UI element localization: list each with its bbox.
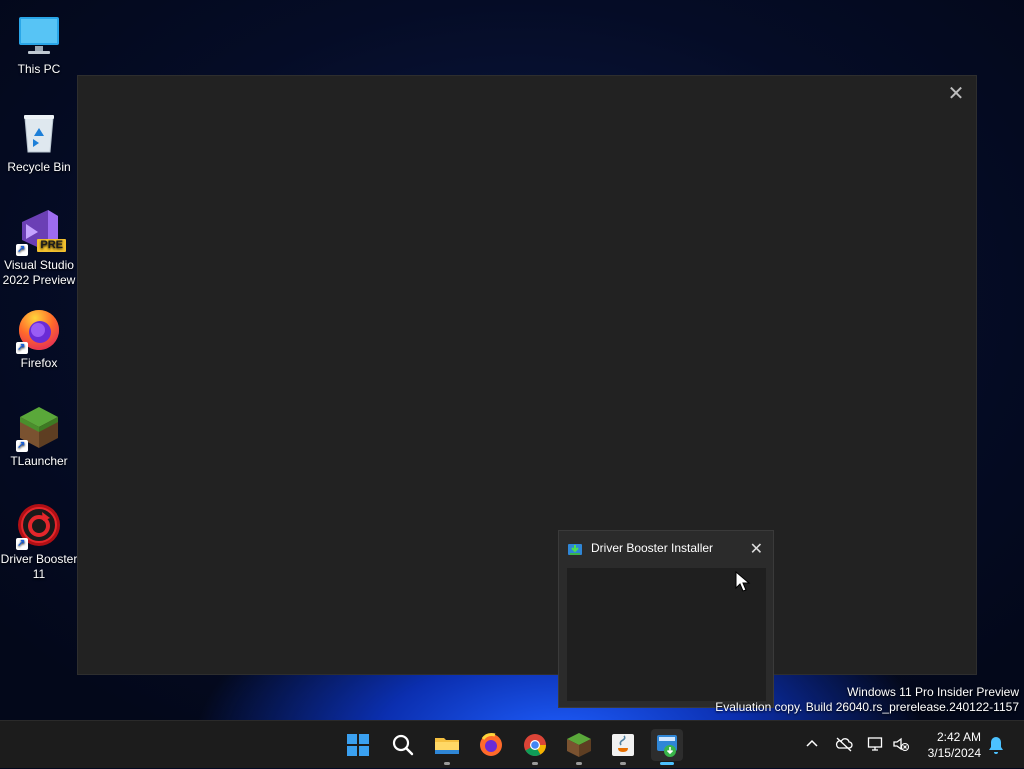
taskbar-java[interactable]	[607, 729, 639, 765]
desktop-icon-tlauncher[interactable]: TLauncher	[0, 396, 78, 469]
os-build-watermark: Windows 11 Pro Insider Preview Evaluatio…	[715, 685, 1019, 715]
shortcut-arrow-icon	[16, 438, 28, 453]
desktop-icon-label: Driver Booster 11	[0, 552, 78, 581]
running-indicator	[444, 762, 450, 765]
shortcut-arrow-icon	[16, 536, 28, 551]
driver-booster-icon	[16, 502, 62, 551]
close-icon[interactable]: ✕	[944, 82, 968, 106]
active-indicator	[660, 762, 674, 765]
desktop-icon-visual-studio[interactable]: PRE Visual Studio 2022 Preview	[0, 200, 78, 288]
desktop-icon-driver-booster[interactable]: Driver Booster 11	[0, 494, 78, 582]
start-icon	[347, 734, 369, 756]
tlauncher-icon	[16, 404, 62, 453]
start-button[interactable]	[342, 729, 374, 761]
preview-badge: PRE	[37, 239, 66, 252]
taskbar-file-explorer[interactable]	[431, 729, 463, 765]
driver-booster-setup-icon	[657, 735, 677, 757]
taskbar-clock[interactable]: 2:42 AM 3/15/2024	[928, 729, 981, 761]
firefox-icon	[16, 306, 62, 355]
desktop-icon-label: Recycle Bin	[7, 160, 71, 174]
dialog-titlebar[interactable]: Driver Booster Installer ✕	[559, 531, 773, 566]
driver-booster-installer-dialog[interactable]: Driver Booster Installer ✕	[558, 530, 774, 708]
shortcut-arrow-icon	[16, 340, 28, 355]
taskbar-tlauncher[interactable]	[563, 729, 595, 765]
visual-studio-icon: PRE	[16, 208, 66, 257]
mouse-cursor-icon	[735, 571, 751, 592]
installer-app-icon	[568, 544, 582, 555]
recycle-bin-icon	[16, 110, 62, 156]
desktop-icon-label: Firefox	[20, 356, 58, 370]
clock-date: 3/15/2024	[927, 746, 981, 760]
desktop-icon-label: Visual Studio 2022 Preview	[2, 258, 76, 287]
tlauncher-icon	[567, 733, 591, 757]
taskbar-driver-booster-setup[interactable]	[651, 729, 683, 765]
desktop-icon-label: TLauncher	[10, 454, 68, 468]
running-indicator	[576, 762, 582, 765]
taskbar-chrome[interactable]	[519, 729, 551, 765]
chevron-up-icon[interactable]	[805, 737, 819, 751]
taskbar: 2:42 AM 3/15/2024	[0, 720, 1024, 768]
dialog-title: Driver Booster Installer	[591, 541, 714, 555]
watermark-line-1: Windows 11 Pro Insider Preview	[847, 685, 1019, 699]
desktop-icon-label: This PC	[17, 62, 61, 76]
java-icon	[612, 734, 634, 756]
notification-bell-icon[interactable]	[987, 735, 1005, 755]
chrome-icon	[524, 734, 546, 756]
blank-app-window[interactable]: ✕	[77, 75, 977, 675]
monitor-icon	[16, 12, 62, 58]
onedrive-offline-icon[interactable]	[835, 736, 853, 752]
network-icon[interactable]	[867, 736, 885, 752]
search-button[interactable]	[387, 729, 419, 761]
volume-muted-icon[interactable]	[892, 736, 910, 752]
firefox-icon	[480, 733, 502, 756]
close-icon[interactable]: ✕	[750, 539, 763, 559]
search-icon	[392, 734, 414, 756]
shortcut-arrow-icon	[16, 242, 28, 257]
watermark-line-2: Evaluation copy. Build 26040.rs_prerelea…	[715, 700, 1019, 714]
clock-time: 2:42 AM	[936, 730, 981, 744]
running-indicator	[532, 762, 538, 765]
desktop-icon-recycle-bin[interactable]: Recycle Bin	[0, 102, 78, 175]
running-indicator	[620, 762, 626, 765]
system-tray	[800, 721, 940, 769]
taskbar-firefox[interactable]	[475, 729, 507, 761]
desktop-icon-firefox[interactable]: Firefox	[0, 298, 78, 371]
file-explorer-icon	[435, 738, 459, 754]
desktop-icon-this-pc[interactable]: This PC	[0, 4, 78, 77]
